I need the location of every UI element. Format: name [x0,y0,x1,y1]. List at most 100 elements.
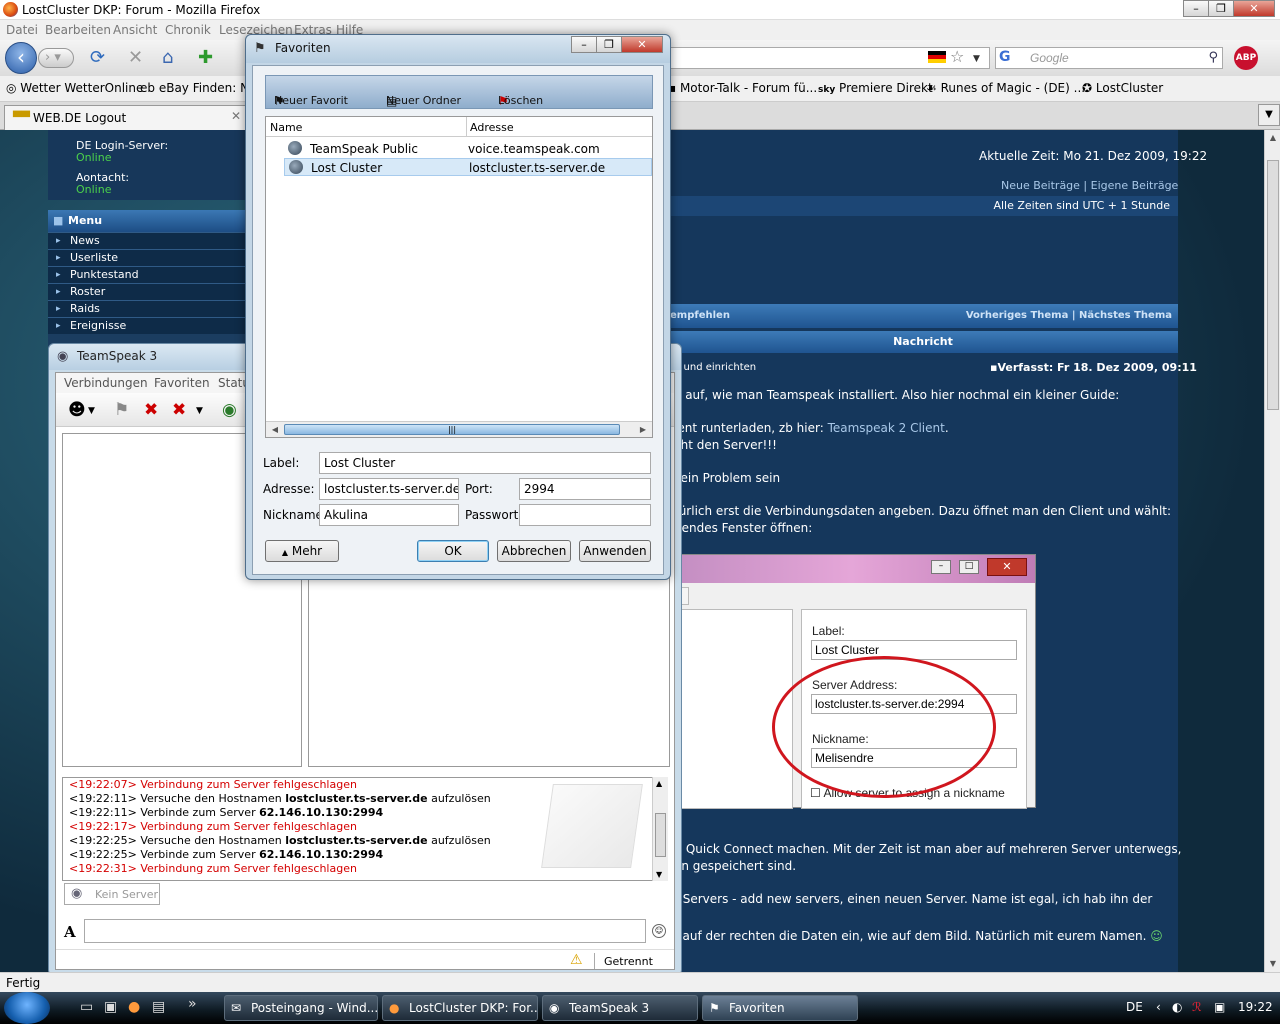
scrollbar-thumb[interactable] [1267,160,1279,410]
explorer-icon[interactable]: ▣ [104,999,117,1015]
log-scrollbar[interactable]: ▲ ▼ [652,777,668,881]
close-icon[interactable]: ✕ [231,109,241,123]
window-switch-icon[interactable]: ▤ [152,999,165,1015]
menu-item-news[interactable]: News [48,232,250,249]
menu-item-punktestand[interactable]: Punktestand [48,266,250,283]
start-button[interactable] [4,992,50,1024]
menu-item-ereignisse[interactable]: Ereignisse [48,317,250,334]
column-divider[interactable] [466,117,467,137]
server-tab-label: Kein Server [95,888,159,901]
log-scrollbar-thumb[interactable] [655,813,666,857]
task-posteingang[interactable]: ✉ Posteingang - Wind... [224,995,378,1021]
close-button[interactable]: ✕ [1233,0,1275,17]
recommend-link[interactable]: empfehlen [670,304,730,328]
menu-item-raids[interactable]: Raids [48,300,250,317]
scroll-left-icon[interactable]: ◀ [268,423,282,437]
reload-icon[interactable]: ⟳ [90,48,105,68]
chevron-down-icon[interactable]: ▼ [88,406,95,416]
minimize-button[interactable]: – [571,36,597,53]
task-firefox[interactable]: ● LostCluster DKP: For... [382,995,538,1021]
clock[interactable]: 19:22 [1238,1000,1273,1014]
page-scrollbar[interactable]: ▲ ▼ [1264,130,1280,972]
home-icon[interactable]: ⌂ [162,48,173,68]
quicklaunch-more-icon[interactable]: » [188,996,197,1012]
minimize-button[interactable]: – [1183,0,1209,17]
bookmark-label: Motor-Talk - Forum fü... [679,81,818,95]
list-hscrollbar[interactable]: ◀ ||| ▶ [266,421,652,437]
prev-topic-link[interactable]: Vorheriges Thema [966,310,1069,321]
tab-webde-logout[interactable]: ▀▀ WEB.DE Logout ✕ [4,105,248,130]
chevron-down-icon[interactable]: ▼ [973,49,980,69]
menu-chronik[interactable]: Chronik [165,23,211,37]
ts3-menu-favorites[interactable]: Favoriten [154,376,210,390]
text-format-icon[interactable]: A [64,923,76,941]
cancel-button[interactable]: Abbrechen [497,540,571,562]
column-name[interactable]: Name [270,121,302,134]
nickname-input[interactable]: Akulina [319,504,459,526]
port-input[interactable]: 2994 [519,478,651,500]
hscrollbar-thumb[interactable]: ||| [284,424,620,435]
ts3-menu-connections[interactable]: Verbindungen [64,376,148,390]
disconnect-icon[interactable]: ✖ [144,400,158,420]
scroll-up-icon[interactable]: ▲ [1265,130,1280,146]
firefox-icon[interactable]: ● [128,999,140,1015]
adblock-icon[interactable]: ABP [1234,46,1258,70]
server-tab[interactable]: ◉ Kein Server [64,883,160,905]
own-posts-link[interactable]: Eigene Beiträge [1091,179,1179,192]
menu-item-userliste[interactable]: Userliste [48,249,250,266]
apply-button[interactable]: Anwenden [579,540,651,562]
list-item[interactable]: Lost Cluster lostcluster.ts-server.de [284,158,652,176]
bookmark-wetter[interactable]: ◎ Wetter WetterOnline [6,81,143,95]
menu-ansicht[interactable]: Ansicht [113,23,157,37]
task-favoriten[interactable]: ⚑ Favoriten [702,995,858,1021]
bookmark-motortalk[interactable]: ▪ Motor-Talk - Forum fü... [668,81,817,95]
new-posts-link[interactable]: Neue Beiträge [1001,179,1080,192]
label-input[interactable]: Lost Cluster [319,452,651,474]
chat-input[interactable] [84,919,646,943]
connect-icon[interactable]: ☻ [68,400,86,420]
chevron-down-icon[interactable]: ▼ [196,406,203,416]
antivirus-icon[interactable]: ℛ [1192,1000,1202,1014]
bookmark-runes[interactable]: ☙ Runes of Magic - (DE) ... [926,81,1085,95]
menu-item-roster[interactable]: Roster [48,283,250,300]
password-input[interactable] [519,504,651,526]
scroll-right-icon[interactable]: ▶ [636,423,650,437]
away-icon[interactable]: ◉ [222,400,237,420]
tab-list-button[interactable]: ▼ [1258,104,1280,126]
disconnect-all-icon[interactable]: ✖ [172,400,186,420]
search-bar[interactable]: G Google ⚲ [995,47,1223,69]
bookmark-icon[interactable]: ⚑ [114,400,129,420]
more-button[interactable]: ▲ Mehr [265,540,339,562]
emoticon-icon[interactable]: ☺ [652,924,666,938]
maximize-button[interactable]: ❐ [596,36,622,53]
tray-expand-icon[interactable]: ‹ [1156,1000,1161,1014]
address-input[interactable]: lostcluster.ts-server.de [319,478,459,500]
scroll-up-icon[interactable]: ▲ [656,779,662,788]
scroll-down-icon[interactable]: ▼ [1265,956,1280,972]
menu-bearbeiten[interactable]: Bearbeiten [45,23,111,37]
bookmark-premiere[interactable]: sky Premiere Direkt [818,81,933,95]
close-button[interactable]: ✕ [621,36,663,53]
maximize-button[interactable]: ❐ [1208,0,1234,17]
stop-icon[interactable]: ✕ [128,48,143,68]
list-item[interactable]: TeamSpeak Public voice.teamspeak.com [284,140,652,158]
language-indicator[interactable]: DE [1126,1000,1143,1014]
scroll-down-icon[interactable]: ▼ [656,870,662,879]
add-bookmark-icon[interactable]: ✚ [198,48,213,68]
back-icon[interactable]: ‹ [5,42,37,74]
bookmark-ebay[interactable]: eb eBay Finden: Na [140,81,256,95]
column-address[interactable]: Adresse [470,121,514,134]
client-link[interactable]: Teamspeak 2 Client [828,421,945,435]
menu-datei[interactable]: Datei [6,23,38,37]
next-topic-link[interactable]: Nächstes Thema [1079,310,1172,321]
teamspeak-tray-icon[interactable]: ◐ [1172,1000,1182,1014]
forward-icon[interactable]: › ▾ [38,48,74,68]
post-line-5: türlich erst die Verbindungsdaten angebe… [674,504,1172,518]
search-icon[interactable]: ⚲ [1208,50,1218,65]
star-icon[interactable]: ☆ [950,47,964,67]
network-icon[interactable]: ▣ [1214,1000,1225,1014]
bookmark-lostcluster[interactable]: ✪ LostCluster [1082,81,1163,95]
ok-button[interactable]: OK [417,540,489,562]
task-teamspeak[interactable]: ◉ TeamSpeak 3 [542,995,698,1021]
show-desktop-icon[interactable]: ▭ [80,999,93,1015]
